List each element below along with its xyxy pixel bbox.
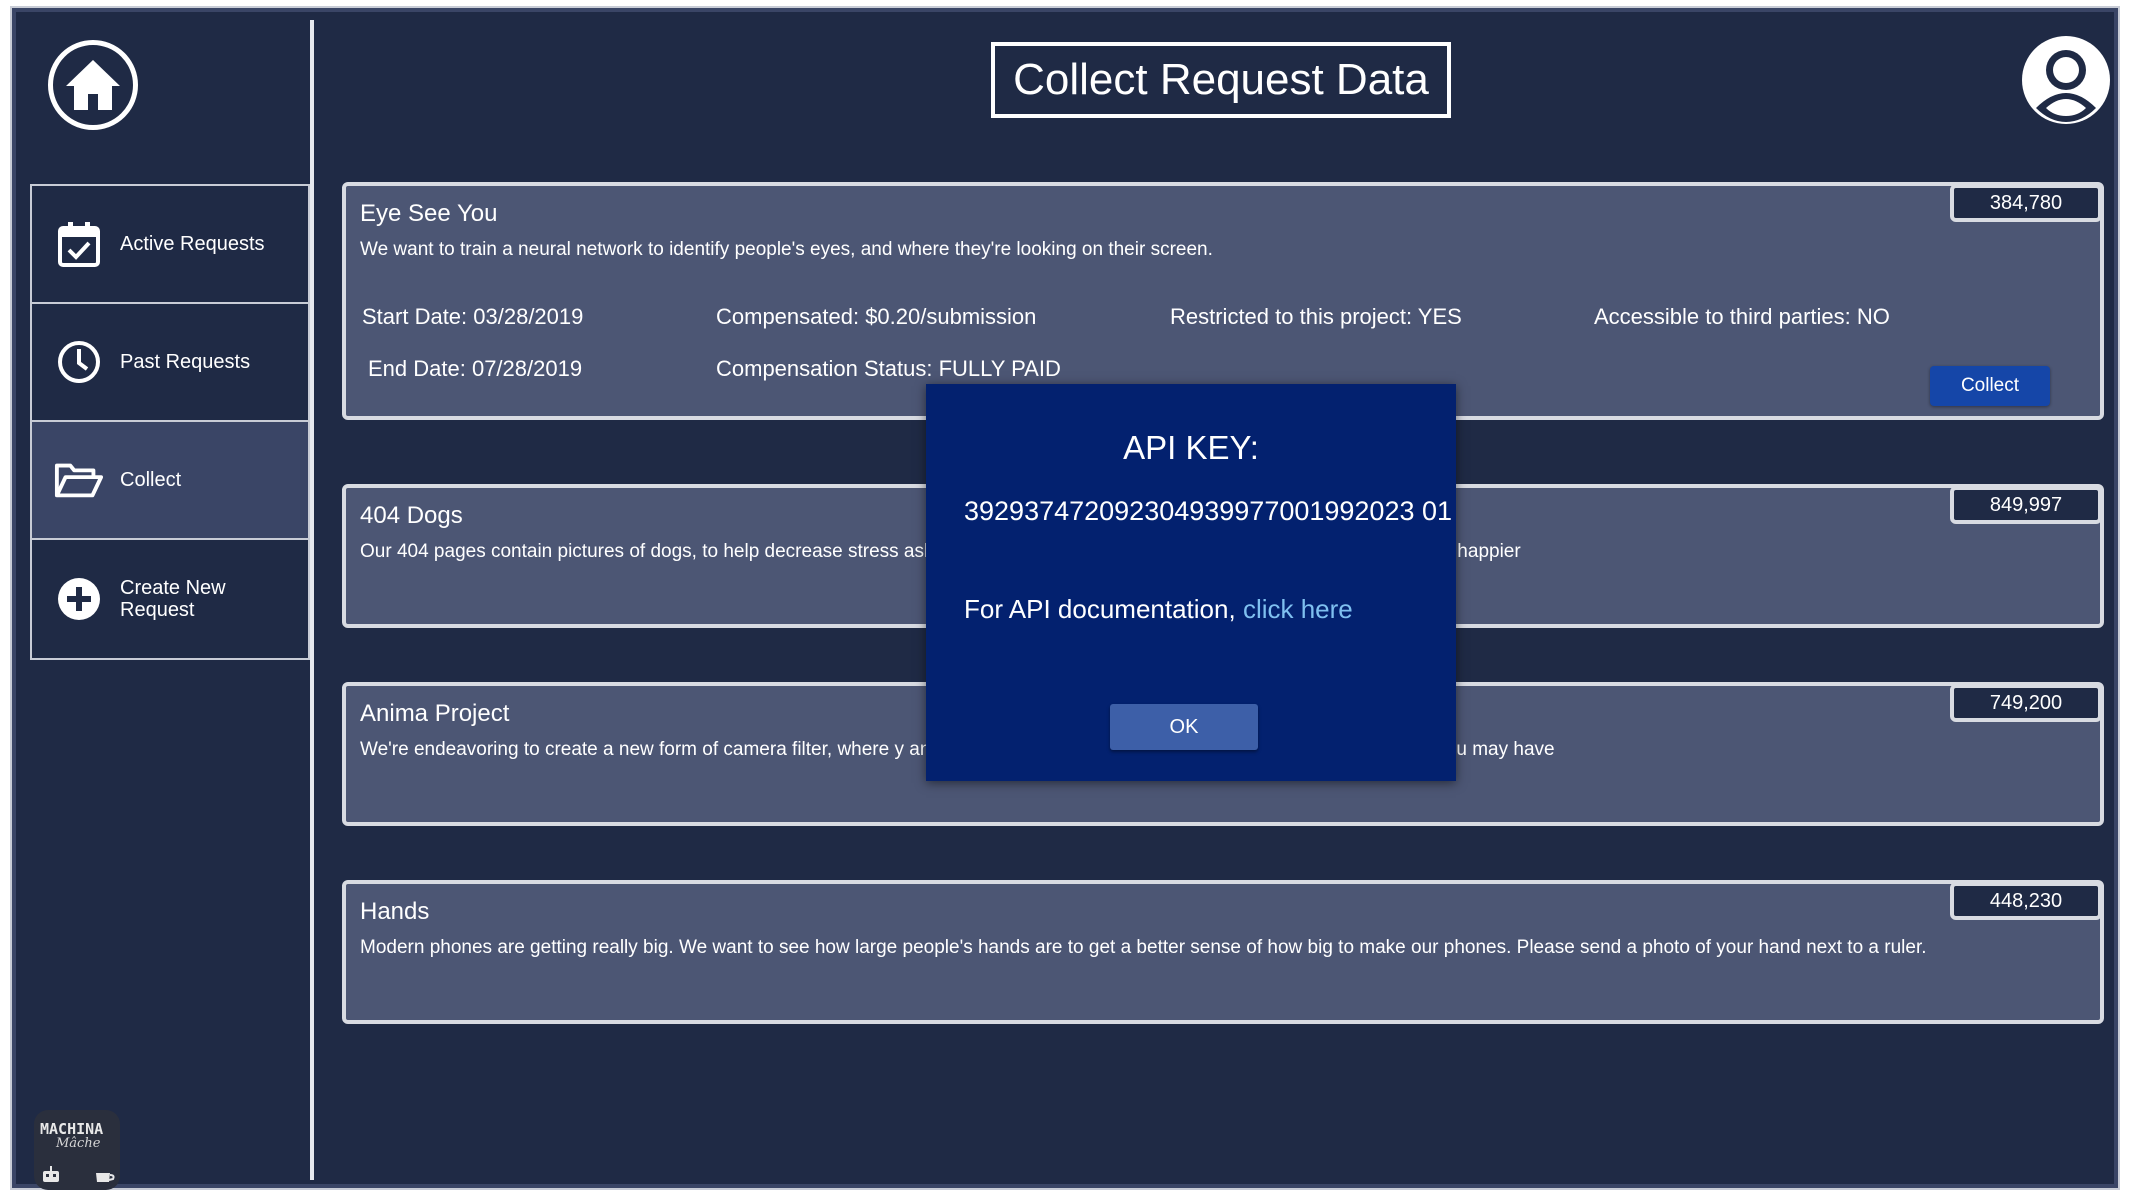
sidebar-item-active-requests[interactable]: Active Requests: [32, 186, 308, 304]
brand-logo: MACHINA Mâche: [34, 1110, 120, 1190]
calendar-check-icon: [54, 219, 104, 269]
restricted-flag: Restricted to this project: YES: [1170, 304, 1462, 329]
request-title: Anima Project: [360, 700, 510, 727]
third-parties-flag: Accessible to third parties: NO: [1594, 304, 1890, 329]
request-card[interactable]: Hands Modern phones are getting really b…: [342, 880, 2104, 1024]
submission-count-badge: 849,997: [1950, 486, 2102, 524]
user-avatar[interactable]: [2022, 36, 2110, 124]
home-icon: [66, 60, 120, 110]
folder-open-icon: [54, 455, 104, 505]
sidebar-item-label: Create New Request: [120, 577, 226, 621]
request-description: We want to train a neural network to ide…: [360, 239, 1213, 260]
home-button[interactable]: [48, 40, 138, 130]
ok-button[interactable]: OK: [1110, 704, 1258, 750]
request-title: Hands: [360, 898, 430, 925]
request-description: Modern phones are getting really big. We…: [360, 937, 1927, 958]
compensated: Compensated: $0.20/submission: [716, 304, 1037, 329]
start-date: Start Date: 03/28/2019: [362, 304, 584, 329]
end-date: End Date: 07/28/2019: [368, 356, 583, 381]
api-doc-text: For API documentation, click here: [964, 594, 1353, 625]
sidebar-item-label: Active Requests: [120, 233, 265, 255]
user-icon: [2036, 50, 2096, 122]
api-doc-prefix: For API documentation,: [964, 594, 1243, 624]
cup-icon: [96, 1173, 115, 1182]
page-title: Collect Request Data: [991, 42, 1451, 118]
collect-button[interactable]: Collect: [1930, 366, 2050, 406]
sidebar: Active Requests Past Requests Collect Cr…: [24, 20, 314, 1190]
compensation-status: Compensation Status: FULLY PAID: [716, 356, 1061, 381]
app-frame: Active Requests Past Requests Collect Cr…: [10, 6, 2120, 1190]
sidebar-item-collect[interactable]: Collect: [32, 422, 308, 540]
sidebar-item-create-new-request[interactable]: Create New Request: [32, 540, 308, 658]
api-key-value: 392937472092304939977001992023 01: [964, 496, 1453, 526]
sidebar-nav: Active Requests Past Requests Collect Cr…: [30, 184, 310, 660]
sidebar-item-label: Past Requests: [120, 351, 251, 373]
modal-title: API KEY:: [1123, 429, 1259, 466]
plus-circle-icon: [54, 574, 104, 624]
submission-count-badge: 384,780: [1950, 184, 2102, 222]
request-title: Eye See You: [360, 200, 498, 227]
submission-count-badge: 448,230: [1950, 882, 2102, 920]
sidebar-item-label: Collect: [120, 469, 182, 491]
robot-icon: [43, 1166, 59, 1182]
api-doc-link[interactable]: click here: [1243, 594, 1353, 624]
request-title: 404 Dogs: [360, 502, 463, 529]
api-key-modal: API KEY: 392937472092304939977001992023 …: [926, 384, 1456, 781]
submission-count-badge: 749,200: [1950, 684, 2102, 722]
sidebar-item-past-requests[interactable]: Past Requests: [32, 304, 308, 422]
brand-subname: Mâche: [56, 1136, 101, 1151]
clock-icon: [54, 337, 104, 387]
